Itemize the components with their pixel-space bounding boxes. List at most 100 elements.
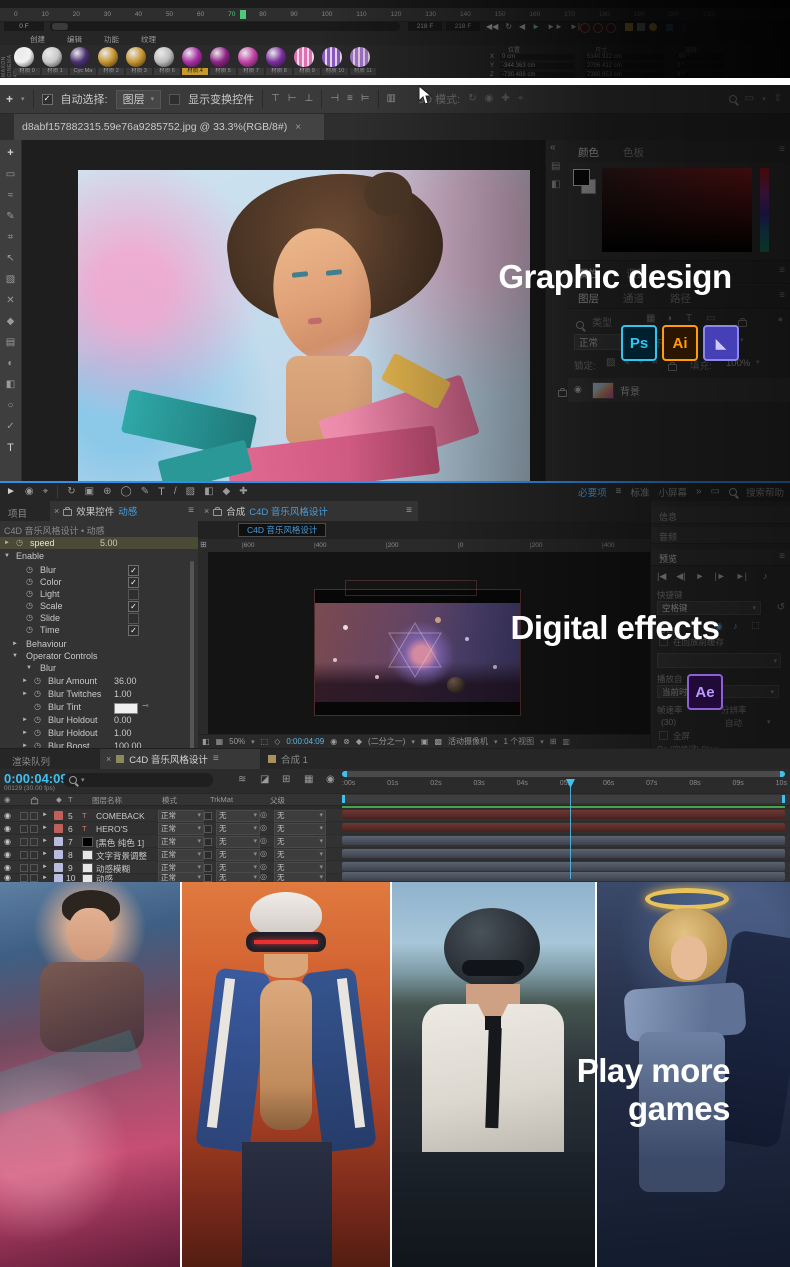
prev-frame-icon[interactable]: ◀ bbox=[519, 21, 525, 32]
timeline-search-field[interactable]: ▾ bbox=[63, 773, 213, 787]
audio-panel-header[interactable]: 音频 bbox=[651, 527, 790, 544]
keying-icon[interactable] bbox=[649, 23, 657, 31]
snapshot-camera-icon[interactable]: ◉ bbox=[330, 737, 337, 746]
material-thumb[interactable]: 材质 8 bbox=[266, 47, 292, 75]
mode-dropdown[interactable]: 正常 ▾ bbox=[158, 823, 204, 835]
range-dropdown[interactable]: ▾ bbox=[657, 653, 781, 668]
workspace-small-screen[interactable]: 小屏幕 bbox=[658, 485, 687, 499]
pixel-aspect-icon[interactable]: ⊞ bbox=[550, 737, 557, 746]
workspace-standard[interactable]: 标准 bbox=[630, 485, 649, 499]
solo-box[interactable] bbox=[20, 838, 28, 846]
marquee-tool-icon[interactable]: ▭ bbox=[6, 170, 15, 180]
game-image-overwatch[interactable] bbox=[182, 882, 390, 1267]
show-transform-checkbox[interactable] bbox=[169, 93, 181, 105]
filter-search-icon[interactable] bbox=[576, 321, 584, 329]
t-box[interactable] bbox=[204, 864, 212, 872]
record-rotation-icon[interactable] bbox=[606, 23, 616, 33]
material-thumb[interactable]: 材质 0 bbox=[14, 47, 40, 75]
hide-shy-icon[interactable]: ⊞ bbox=[282, 775, 290, 785]
roi-icon[interactable]: ▣ bbox=[421, 737, 429, 746]
healing-tool-icon[interactable]: ▧ bbox=[6, 275, 15, 285]
filter-smartobject-icon[interactable] bbox=[738, 318, 748, 327]
lock-box[interactable] bbox=[30, 864, 38, 872]
layer-bar[interactable] bbox=[342, 849, 785, 858]
checkbox[interactable] bbox=[128, 589, 139, 600]
camera-selector[interactable]: 活动摄像机 bbox=[448, 736, 488, 747]
menu-texture[interactable]: 纹理 bbox=[141, 34, 156, 45]
move-tool-icon[interactable]: + bbox=[6, 92, 13, 106]
enable-row-scale[interactable]: ◷ Scale ✓ bbox=[0, 600, 198, 612]
close-tab-icon[interactable]: × bbox=[295, 122, 301, 133]
history-panel-icon[interactable]: ▤ bbox=[551, 162, 560, 172]
label-chip[interactable] bbox=[54, 837, 63, 846]
filter-type-label[interactable]: 类型 bbox=[592, 314, 612, 329]
resolution-caret-icon[interactable]: ▾ bbox=[767, 718, 771, 726]
3d-orbit-icon[interactable]: ↻ bbox=[468, 94, 476, 104]
tab-color[interactable]: 颜色 bbox=[578, 145, 599, 160]
label-chip[interactable] bbox=[54, 824, 63, 833]
material-thumb[interactable]: 材质 10 bbox=[322, 47, 348, 75]
tint-eyedropper-icon[interactable]: ⊸ bbox=[142, 702, 149, 710]
col-parent[interactable]: 父级 bbox=[270, 795, 285, 806]
enable-row-blur[interactable]: ◷ Blur ✓ bbox=[0, 564, 198, 576]
checkbox[interactable]: ✓ bbox=[128, 577, 139, 588]
last-frame-icon[interactable]: ►| bbox=[736, 571, 747, 582]
distribute-icon[interactable]: ▥ bbox=[387, 94, 396, 104]
blur-tool-icon[interactable]: ○ bbox=[7, 401, 13, 411]
play-icon[interactable]: ► bbox=[532, 21, 540, 32]
color-gradient-field[interactable] bbox=[602, 168, 752, 252]
work-area-range[interactable] bbox=[342, 795, 785, 803]
info-panel-header[interactable]: 信息 bbox=[651, 507, 790, 524]
options-dots-icon[interactable]: ⋮ bbox=[680, 22, 689, 33]
frame-a-field[interactable]: 218 F bbox=[408, 22, 442, 31]
reset-icon[interactable]: ↺ bbox=[777, 603, 785, 613]
tint-color-swatch[interactable] bbox=[114, 703, 138, 714]
material-thumb[interactable]: 材质 7 bbox=[238, 47, 264, 75]
panel-menu-icon[interactable]: ≡ bbox=[188, 506, 194, 516]
enable-row-color[interactable]: ◷ Color ✓ bbox=[0, 576, 198, 588]
filter-shape-icon[interactable]: ▭ bbox=[706, 314, 715, 324]
include-overlays-icon[interactable]: ⬚ bbox=[751, 621, 760, 630]
type-tool-icon[interactable]: T bbox=[158, 486, 165, 498]
record-scale-icon[interactable] bbox=[593, 23, 603, 33]
color-management-icon[interactable]: ◆ bbox=[356, 737, 362, 746]
eye-icon[interactable]: ◉ bbox=[4, 850, 11, 859]
material-thumb[interactable]: 材质 1 bbox=[42, 47, 68, 75]
trkmat-dropdown[interactable]: 无 ▾ bbox=[216, 836, 260, 848]
speed-property-row[interactable]: ► ◷ speed 5.00 bbox=[0, 537, 198, 549]
lock-box[interactable] bbox=[30, 874, 38, 882]
checkbox[interactable]: ✓ bbox=[128, 601, 139, 612]
lasso-tool-icon[interactable]: ≈ bbox=[8, 191, 14, 201]
solo-box[interactable] bbox=[20, 874, 28, 882]
exposure-icon[interactable]: ⊗ bbox=[343, 737, 350, 746]
checkbox[interactable]: ✓ bbox=[128, 625, 139, 636]
tab-project[interactable]: 项目 bbox=[8, 506, 27, 520]
3d-roll-icon[interactable]: ◉ bbox=[485, 94, 494, 104]
parent-dropdown[interactable]: 无 ▾ bbox=[274, 810, 326, 822]
parent-pickwhip-icon[interactable]: ◎ bbox=[260, 824, 267, 832]
parent-pickwhip-icon[interactable]: ◎ bbox=[260, 873, 267, 881]
3d-pan-icon[interactable]: ✚ bbox=[501, 94, 509, 104]
playhead-line[interactable] bbox=[570, 787, 571, 879]
material-thumb[interactable]: 材质 5 bbox=[210, 47, 236, 75]
panel-menu-icon[interactable]: ≡ bbox=[779, 266, 785, 276]
solo-box[interactable] bbox=[20, 851, 28, 859]
behaviour-group-row[interactable]: ► Behaviour bbox=[0, 638, 198, 650]
collapse-panels-icon[interactable]: « bbox=[550, 142, 556, 153]
layer-thumbnail[interactable] bbox=[592, 382, 614, 399]
parent-pickwhip-icon[interactable]: ◎ bbox=[260, 850, 267, 858]
size-x-field[interactable]: 5140.922 cm bbox=[585, 54, 664, 60]
help-search-icon[interactable] bbox=[728, 488, 737, 496]
framerate-value[interactable]: (30) bbox=[661, 717, 676, 727]
layer-name[interactable]: COMEBACK bbox=[96, 811, 145, 821]
eraser-tool-icon[interactable]: ◧ bbox=[204, 487, 213, 497]
material-thumb[interactable]: 材质 11 bbox=[350, 47, 376, 75]
checkbox[interactable]: ✓ bbox=[128, 565, 139, 576]
panel-menu-icon[interactable]: ≡ bbox=[779, 552, 785, 562]
eye-icon[interactable]: ◉ bbox=[4, 863, 11, 872]
play-icon[interactable]: ► bbox=[696, 571, 705, 582]
lock-box[interactable] bbox=[30, 838, 38, 846]
c4d-transport[interactable]: ◀◀ ↻ ◀ ► ►► ►| bbox=[486, 21, 580, 32]
safe-margins-icon[interactable]: ⬚ bbox=[261, 737, 269, 746]
layer-bar[interactable] bbox=[342, 836, 785, 845]
